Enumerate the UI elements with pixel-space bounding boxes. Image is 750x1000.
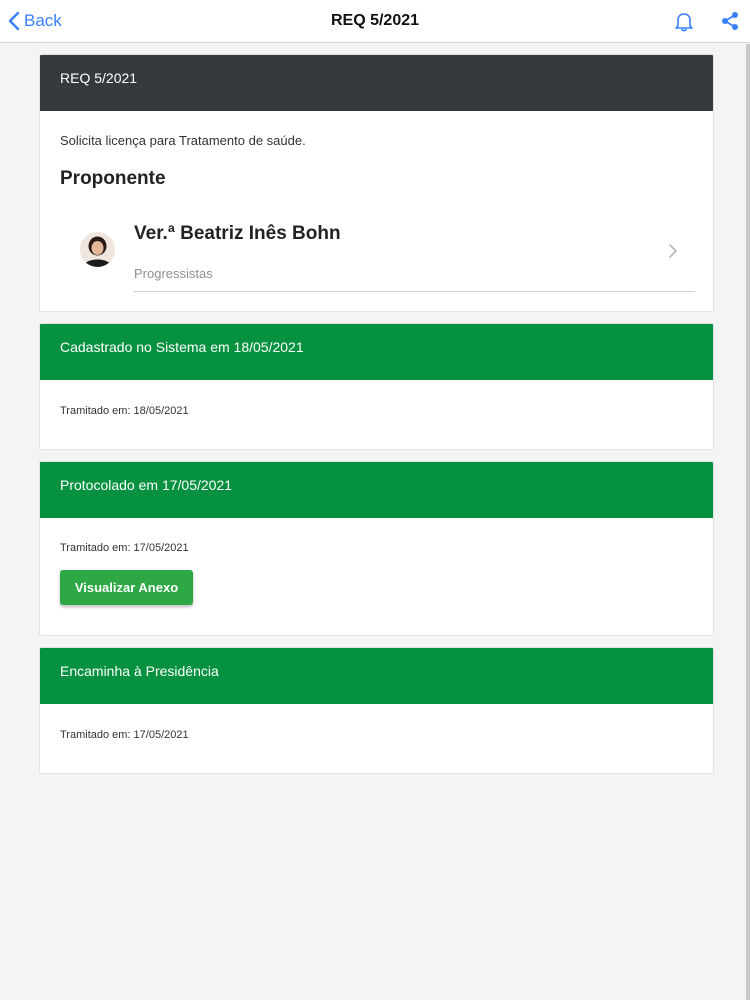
chevron-right-icon <box>669 244 677 258</box>
page-title: REQ 5/2021 <box>330 12 420 29</box>
step-title: Protocolado em 17/05/2021 <box>40 462 713 518</box>
proponent-party: Progressistas <box>134 266 213 281</box>
step-card-cadastrado: Cadastrado no Sistema em 18/05/2021 Tram… <box>39 323 714 450</box>
scrollbar[interactable] <box>746 44 750 1000</box>
proponent-item[interactable]: Ver.ª Beatriz Inês Bohn Progressistas <box>40 205 713 300</box>
avatar <box>80 232 115 267</box>
step-date: Tramitado em: 17/05/2021 <box>60 729 189 741</box>
top-navbar: Back REQ 5/2021 <box>0 0 750 43</box>
divider <box>134 291 695 292</box>
step-date: Tramitado em: 18/05/2021 <box>60 405 189 417</box>
bell-icon[interactable] <box>673 10 695 37</box>
request-card-header: REQ 5/2021 <box>40 55 713 111</box>
step-title: Cadastrado no Sistema em 18/05/2021 <box>40 324 713 380</box>
request-card: REQ 5/2021 Solicita licença para Tratame… <box>39 54 714 312</box>
view-attachment-button[interactable]: Visualizar Anexo <box>60 570 193 605</box>
proponent-name: Ver.ª Beatriz Inês Bohn <box>134 223 341 244</box>
proponent-section-title: Proponente <box>60 168 166 189</box>
step-card-encaminha: Encaminha à Presidência Tramitado em: 17… <box>39 647 714 774</box>
step-date: Tramitado em: 17/05/2021 <box>60 542 189 554</box>
share-icon[interactable] <box>719 10 741 37</box>
step-title: Encaminha à Presidência <box>40 648 713 704</box>
step-card-protocolado: Protocolado em 17/05/2021 Tramitado em: … <box>39 461 714 636</box>
request-description: Solicita licença para Tratamento de saúd… <box>60 133 306 148</box>
